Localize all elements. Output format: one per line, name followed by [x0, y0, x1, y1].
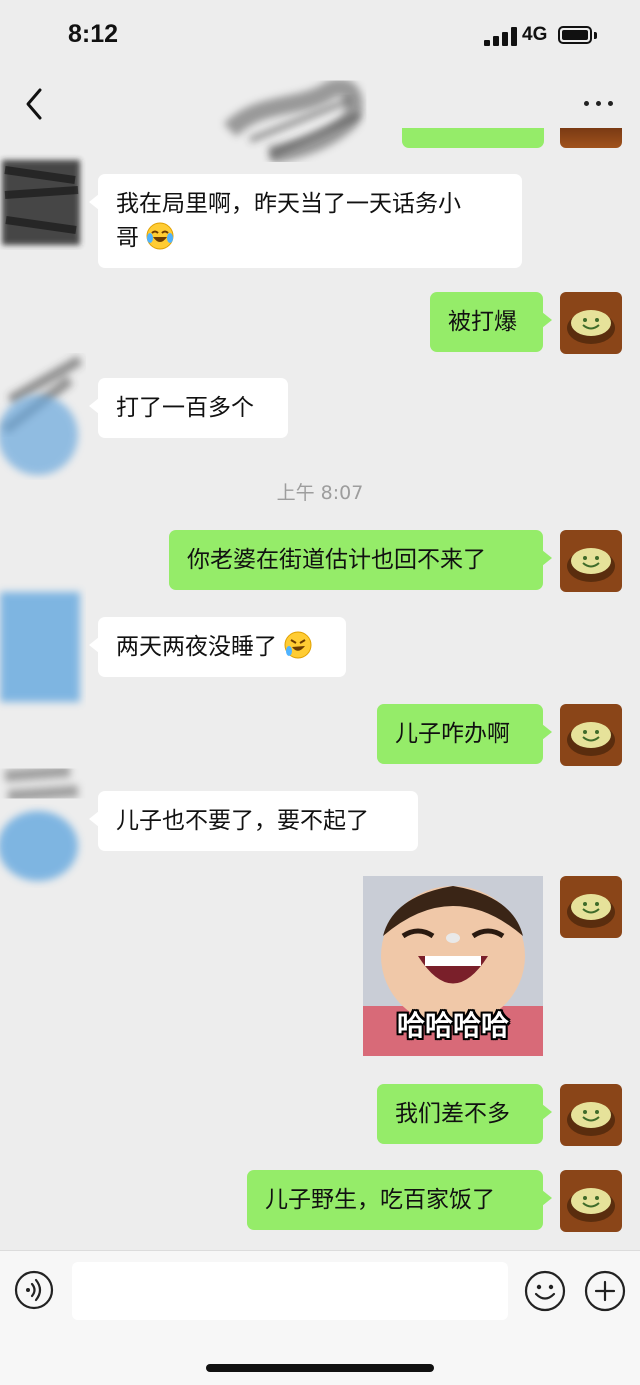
network-type: 4G: [522, 24, 548, 45]
message-text: 我们差不多: [395, 1101, 510, 1127]
avatar-redacted: [2, 160, 80, 245]
home-indicator: [206, 1364, 434, 1372]
partial-outgoing-bubble: [402, 128, 544, 148]
message-bubble-outgoing[interactable]: 你老婆在街道估计也回不来了: [169, 530, 552, 590]
sticker-caption: 哈哈哈哈: [396, 1009, 509, 1042]
avatar-self[interactable]: [560, 530, 622, 592]
sticker-laughing-child[interactable]: 哈哈哈哈: [363, 876, 543, 1056]
message-text: 打了一百多个: [116, 395, 254, 421]
battery-icon: [558, 26, 592, 44]
plus-circle-icon[interactable]: [584, 1270, 626, 1312]
message-text: 两天两夜没睡了: [116, 634, 277, 660]
emoji-face-icon[interactable]: [524, 1270, 566, 1312]
more-dots-icon[interactable]: [582, 90, 616, 116]
voice-icon[interactable]: [14, 1270, 54, 1310]
status-time: 8:12: [68, 20, 119, 48]
message-bubble-incoming[interactable]: 我在局里啊，昨天当了一天话务小 哥: [89, 174, 522, 268]
rolling-laugh-emoji-icon: [284, 631, 312, 659]
message-bubble-outgoing[interactable]: 儿子野生，吃百家饭了: [247, 1170, 552, 1230]
avatar-redacted: [0, 592, 80, 702]
avatar-self[interactable]: [560, 292, 622, 354]
message-input[interactable]: [72, 1262, 508, 1320]
message-bubble-outgoing[interactable]: 我们差不多: [377, 1084, 552, 1144]
message-text: 儿子野生，吃百家饭了: [265, 1187, 495, 1213]
avatar-self[interactable]: [560, 1170, 622, 1232]
battery-cap: [594, 32, 597, 39]
chevron-left-icon[interactable]: [22, 86, 52, 122]
message-text: 儿子咋办啊: [395, 721, 510, 747]
message-text: 我在局里啊，昨天当了一天话务小: [116, 191, 461, 217]
message-bubble-incoming[interactable]: 儿子也不要了，要不起了: [89, 791, 418, 851]
message-bubble-outgoing[interactable]: 被打爆: [430, 292, 552, 352]
message-bubble-incoming[interactable]: 两天两夜没睡了: [89, 617, 346, 677]
avatar-self[interactable]: [560, 704, 622, 766]
message-text: 你老婆在街道估计也回不来了: [187, 547, 486, 573]
message-bubble-incoming[interactable]: 打了一百多个: [89, 378, 288, 438]
message-text: 哥: [116, 225, 139, 251]
avatar-self[interactable]: [560, 1084, 622, 1146]
avatar-self[interactable]: [560, 876, 622, 938]
message-text: 儿子也不要了，要不起了: [116, 808, 369, 834]
message-bubble-outgoing[interactable]: 儿子咋办啊: [377, 704, 552, 764]
signal-icon: [484, 26, 518, 46]
redacted-title-scribble: [223, 78, 363, 164]
avatar-redacted: [0, 355, 83, 475]
avatar-redacted: [0, 765, 79, 881]
message-text: 被打爆: [448, 309, 517, 335]
tears-of-joy-emoji-icon: [146, 222, 174, 250]
partial-avatar: [560, 128, 622, 148]
timestamp: 上午 8:07: [276, 482, 364, 504]
